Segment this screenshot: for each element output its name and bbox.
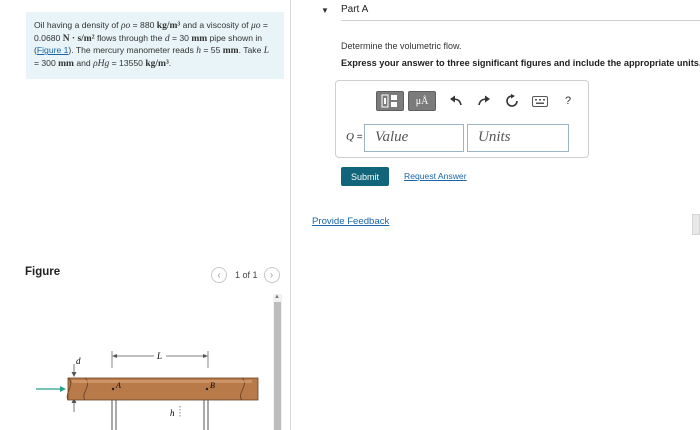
units-symbol-button[interactable]: μÅ — [408, 91, 436, 111]
figure-link[interactable]: Figure 1 — [37, 45, 69, 55]
math-toolbar: μÅ ? — [376, 91, 578, 111]
side-panel-tab[interactable] — [692, 214, 700, 235]
redo-icon — [478, 95, 490, 106]
label-h: h — [170, 408, 175, 418]
redo-button[interactable] — [474, 91, 494, 111]
reset-icon — [506, 94, 518, 107]
problem-statement: Oil having a density of ρo = 880 kg/m³ a… — [26, 12, 284, 80]
answer-panel: μÅ ? Q = Value Units — [335, 80, 589, 158]
reset-button[interactable] — [502, 91, 522, 111]
L-arrow — [203, 354, 208, 358]
request-answer-link[interactable]: Request Answer — [404, 171, 467, 181]
symbol-rho-hg: ρHg — [93, 58, 110, 69]
part-title: Part A — [341, 4, 369, 15]
provide-feedback-link[interactable]: Provide Feedback — [312, 216, 389, 227]
answer-label: Q = — [346, 131, 363, 143]
problem-text: = 880 — [130, 20, 157, 30]
label-B: B — [210, 381, 215, 390]
question-prompt: Determine the volumetric flow. — [341, 41, 462, 51]
pipe-highlight — [72, 380, 252, 383]
mu-angstrom-icon: μÅ — [415, 95, 429, 107]
divider-line — [341, 20, 700, 21]
scroll-up-icon[interactable]: ▲ — [274, 294, 280, 300]
problem-pane: Oil having a density of ρo = 880 kg/m³ a… — [0, 0, 290, 430]
figure-pager: ‹ 1 of 1 › — [211, 267, 280, 283]
help-button[interactable]: ? — [558, 91, 578, 111]
keyboard-button[interactable] — [530, 91, 550, 111]
answer-instruction: Express your answer to three significant… — [341, 58, 700, 68]
point-b — [205, 387, 209, 391]
symbol-rho-o: ρo — [120, 21, 131, 31]
unit: mm — [222, 46, 239, 57]
problem-text: ). The mercury manometer reads — [68, 45, 197, 56]
next-figure-button[interactable]: › — [263, 267, 280, 283]
keyboard-icon — [532, 95, 548, 107]
submit-button[interactable]: Submit — [341, 167, 389, 186]
question-pane: ▼ Part A Determine the volumetric flow. … — [291, 0, 700, 430]
chevron-right-icon: › — [269, 269, 274, 281]
collapse-caret-icon[interactable]: ▼ — [321, 6, 329, 15]
unit: mm — [58, 58, 74, 69]
problem-text: and — [73, 57, 94, 68]
problem-text: = 300 — [34, 57, 59, 68]
pipe-manometer-diagram: d L A B h — [36, 351, 259, 430]
problem-text: = 55 — [201, 45, 223, 56]
symbol-q: Q — [346, 131, 354, 143]
problem-text: . Take — [238, 45, 264, 56]
point-a — [111, 387, 115, 391]
figure-scrollbar-thumb[interactable] — [274, 302, 281, 430]
pager-count: 1 of 1 — [235, 270, 258, 280]
problem-text: and a viscosity of — [180, 20, 251, 30]
label-d: d — [76, 356, 81, 366]
problem-text: = 30 — [169, 32, 192, 43]
problem-text: flows through the — [94, 32, 165, 43]
help-icon: ? — [564, 95, 572, 107]
problem-text: Oil having a density of — [34, 20, 121, 30]
figure-title: Figure — [25, 266, 61, 278]
label-L: L — [156, 351, 162, 361]
units-input[interactable]: Units — [467, 124, 569, 152]
undo-button[interactable] — [446, 91, 466, 111]
unit: mm — [191, 33, 208, 44]
unit: N · s/m² — [62, 33, 95, 44]
templates-icon — [381, 94, 397, 108]
flow-arrow-icon — [36, 386, 66, 392]
label-A: A — [115, 381, 121, 390]
unit: kg/m³ — [156, 21, 181, 31]
problem-text: = 13550 — [109, 57, 146, 68]
symbol-L: L — [263, 46, 270, 57]
problem-text: . — [168, 57, 172, 68]
chevron-left-icon: ‹ — [217, 269, 221, 281]
value-input[interactable]: Value — [364, 124, 464, 152]
undo-icon — [450, 95, 462, 106]
d-arrow — [71, 372, 77, 377]
equals-sign: = — [353, 132, 363, 143]
unit: kg/m³ — [145, 58, 169, 69]
L-arrow — [112, 354, 117, 358]
prev-figure-button[interactable]: ‹ — [211, 267, 227, 283]
templates-button[interactable] — [376, 91, 404, 111]
